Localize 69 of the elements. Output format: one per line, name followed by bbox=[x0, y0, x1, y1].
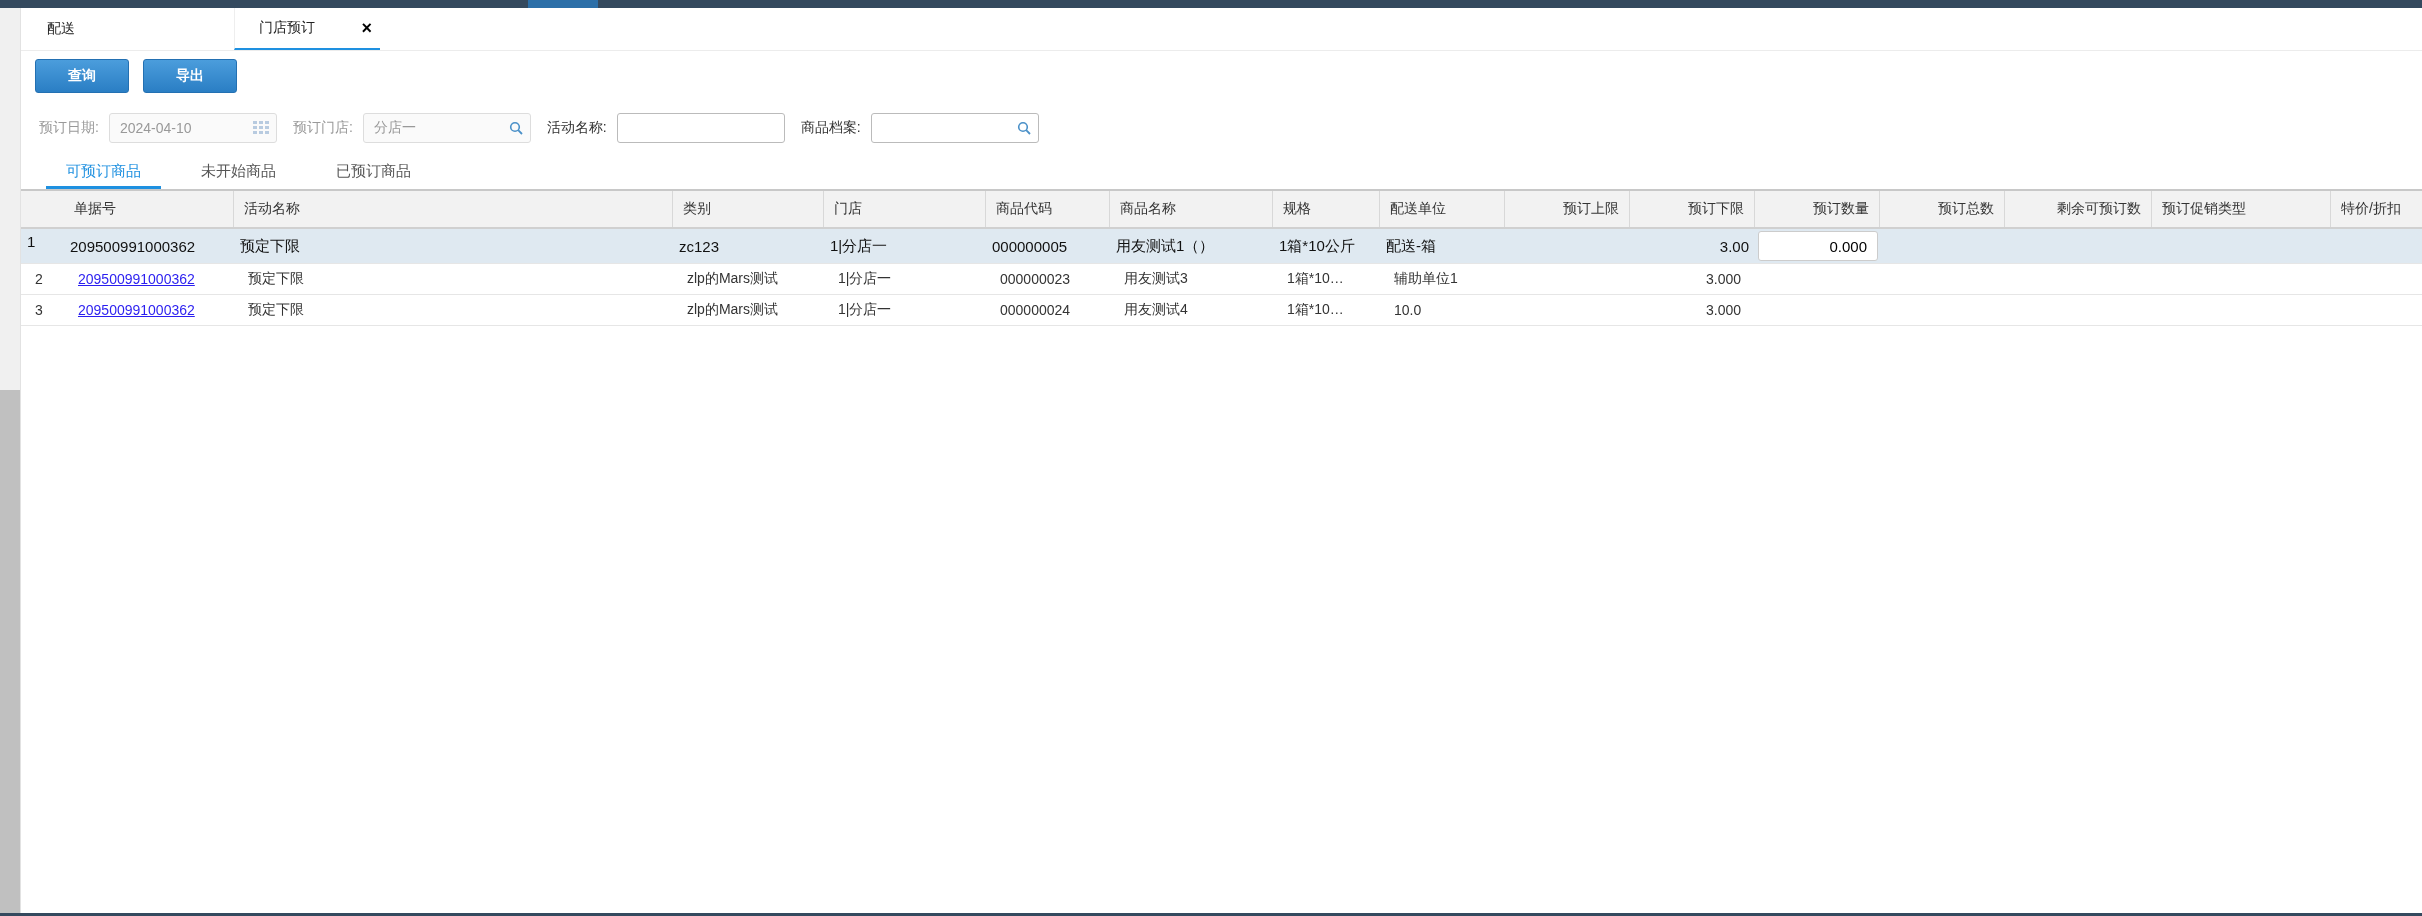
table-row[interactable]: 1 209500991000362 预定下限 zc123 1|分店一 000000005 用友测试1（） 1箱*10公斤 配送-箱 3.00 0.000 bbox=[21, 229, 2422, 264]
table-cell: zlp的Mars测试 bbox=[687, 270, 778, 288]
close-icon[interactable]: × bbox=[357, 17, 376, 39]
scroll-bar[interactable] bbox=[0, 390, 20, 913]
page-tab[interactable]: 门店预订 × bbox=[234, 8, 380, 50]
table-cell: 1箱*10公斤 bbox=[1279, 236, 1355, 256]
table-cell: 209500991000362 bbox=[70, 237, 196, 255]
toolbar-button[interactable]: 导出 bbox=[143, 59, 237, 93]
row-number: 1 bbox=[27, 233, 36, 250]
column-header: 配送单位 bbox=[1380, 191, 1505, 227]
column-header: 商品代码 bbox=[986, 191, 1110, 227]
column-header: 特价/折扣 bbox=[2331, 191, 2422, 227]
table-cell: 3.000 bbox=[1705, 271, 1741, 287]
field-label: 预订日期: bbox=[39, 119, 99, 137]
table-cell: zc123 bbox=[679, 237, 720, 255]
table-cell: 000000023 bbox=[1000, 271, 1071, 287]
input-field[interactable] bbox=[616, 113, 785, 143]
column-header: 活动名称 bbox=[234, 191, 673, 227]
search-icon[interactable] bbox=[508, 121, 523, 135]
page-tab[interactable]: 配送 bbox=[21, 8, 184, 50]
table-cell: 1|分店一 bbox=[838, 301, 892, 319]
table-cell: 用友测试4 bbox=[1124, 301, 1188, 319]
column-header: 剩余可预订数 bbox=[2005, 191, 2152, 227]
table-cell: 3.000 bbox=[1705, 302, 1741, 318]
active-indicator bbox=[528, 0, 598, 8]
table-cell: 预定下限 bbox=[240, 236, 300, 256]
table-cell: zlp的Mars测试 bbox=[687, 301, 778, 319]
field-label: 商品档案: bbox=[800, 119, 861, 137]
table-row[interactable]: 3 209500991000362 预定下限 zlp的Mars测试 1|分店一 000000024 用友测试4 1箱*10… 10.0 3.000 bbox=[21, 295, 2422, 326]
table-cell: 1|分店一 bbox=[838, 270, 892, 288]
table-cell: 配送-箱 bbox=[1386, 236, 1436, 256]
field-label: 活动名称: bbox=[546, 119, 607, 137]
table-cell: 1箱*10… bbox=[1287, 270, 1344, 288]
sub-tab[interactable]: 已预订商品 bbox=[316, 157, 431, 189]
table-cell: 1|分店一 bbox=[830, 236, 888, 256]
column-header: 预订促销类型 bbox=[2152, 191, 2331, 227]
search-icon[interactable] bbox=[1016, 121, 1031, 135]
row-number: 3 bbox=[35, 302, 43, 318]
table-cell: 用友测试3 bbox=[1124, 270, 1188, 288]
column-header: 预订总数 bbox=[1880, 191, 2005, 227]
row-number: 2 bbox=[35, 271, 43, 287]
table-cell: 预定下限 bbox=[248, 270, 304, 288]
field-label: 预订门店: bbox=[292, 119, 353, 137]
table-cell: 3.00 bbox=[1719, 237, 1749, 255]
column-header: 预订上限 bbox=[1505, 191, 1630, 227]
calendar-icon[interactable] bbox=[252, 121, 269, 135]
tab-label[interactable]: 配送 bbox=[47, 20, 75, 38]
table-cell: 10.0 bbox=[1394, 302, 1422, 318]
column-header: 类别 bbox=[673, 191, 824, 227]
column-header: 规格 bbox=[1273, 191, 1380, 227]
quantity-field[interactable]: 0.000 bbox=[1758, 231, 1878, 261]
column-header: 单据号 bbox=[64, 191, 234, 227]
document-link[interactable]: 209500991000362 bbox=[78, 302, 195, 318]
input-field[interactable] bbox=[870, 113, 1039, 143]
table-cell: 预定下限 bbox=[248, 301, 304, 319]
tab-label[interactable]: 门店预订 bbox=[259, 19, 315, 37]
table-cell: 000000024 bbox=[1000, 302, 1071, 318]
column-header: 门店 bbox=[824, 191, 986, 227]
toolbar-button[interactable]: 查询 bbox=[35, 59, 129, 93]
sub-tab[interactable]: 未开始商品 bbox=[181, 157, 296, 189]
column-header: 商品名称 bbox=[1110, 191, 1273, 227]
column-header: 预订下限 bbox=[1630, 191, 1755, 227]
column-header: 预订数量 bbox=[1755, 191, 1880, 227]
document-link[interactable]: 209500991000362 bbox=[78, 271, 195, 287]
table-cell: 000000005 bbox=[992, 237, 1068, 255]
table-cell: 用友测试1（） bbox=[1116, 236, 1215, 256]
table-row[interactable]: 2 209500991000362 预定下限 zlp的Mars测试 1|分店一 000000023 用友测试3 1箱*10… 辅助单位1 3.000 bbox=[21, 264, 2422, 295]
table-cell: 1箱*10… bbox=[1287, 301, 1344, 319]
table-cell: 辅助单位1 bbox=[1394, 270, 1458, 288]
